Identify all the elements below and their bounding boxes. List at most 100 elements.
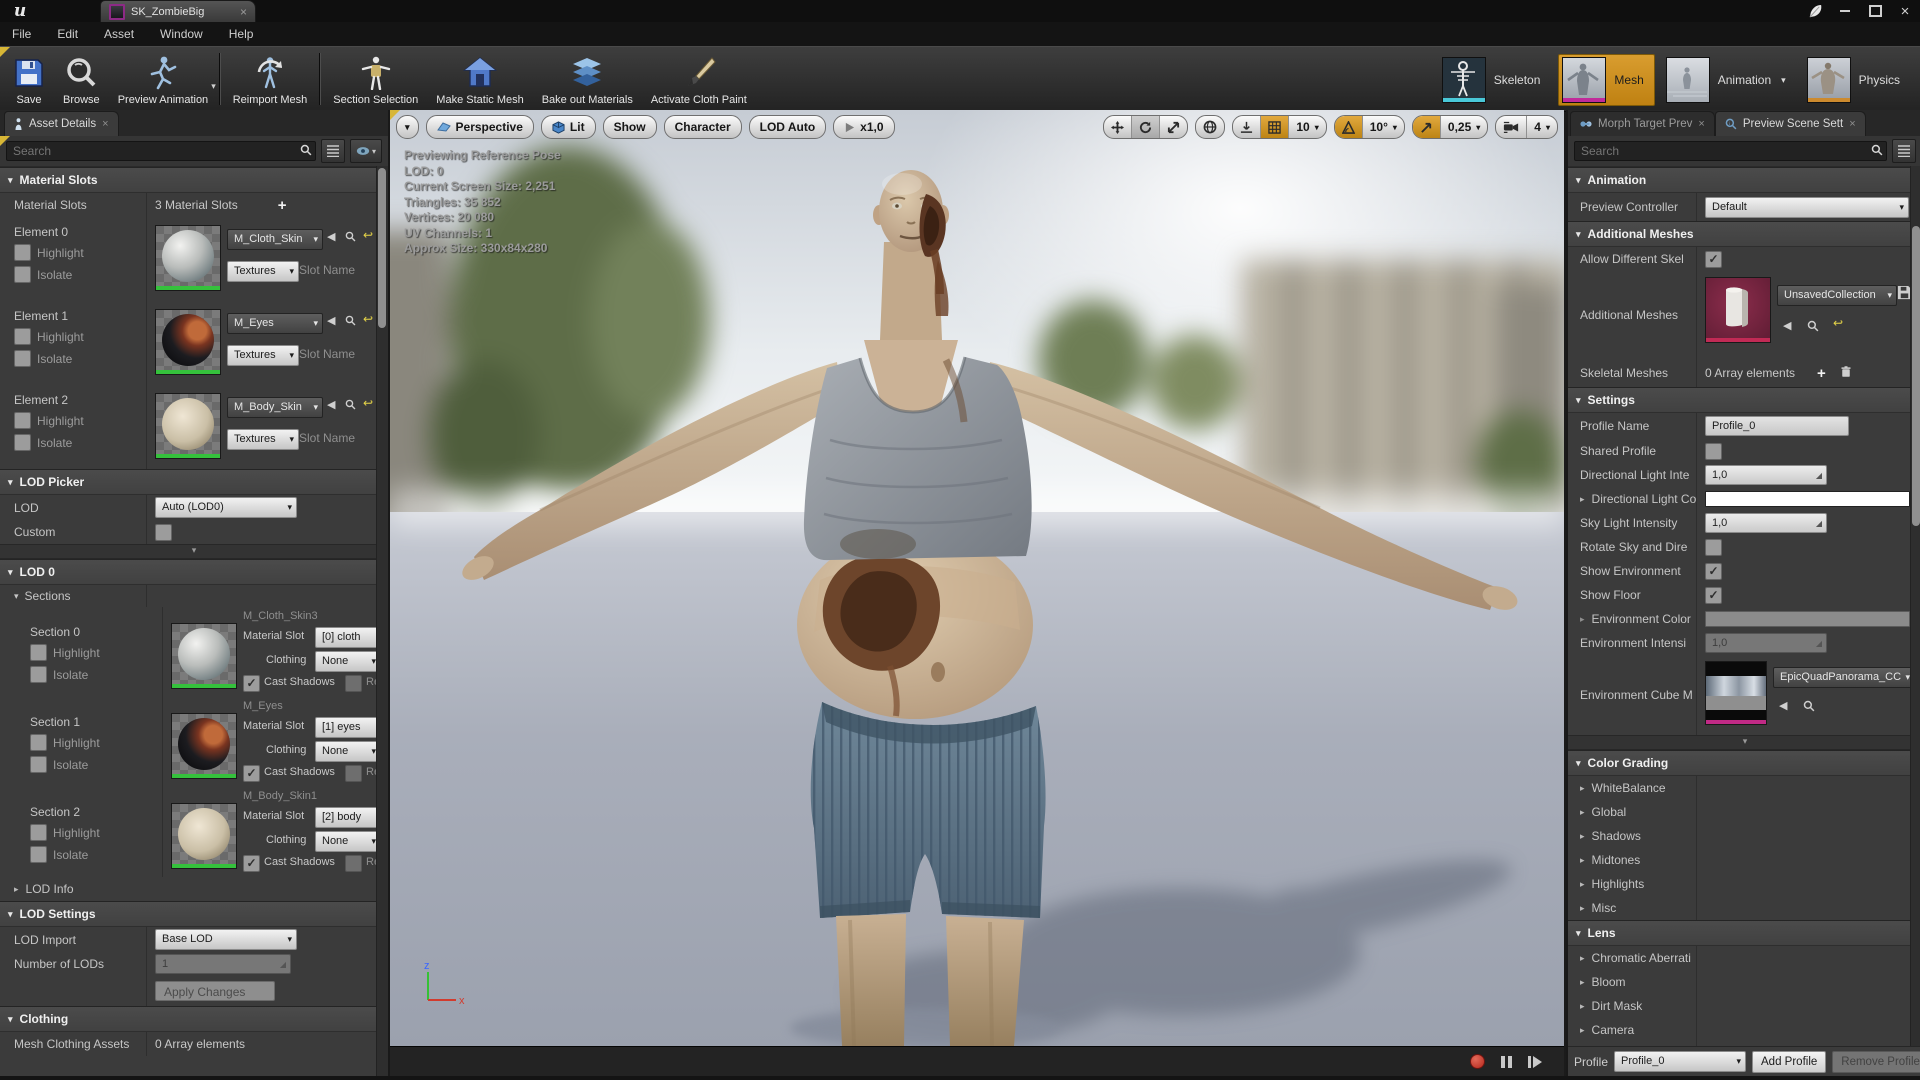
section-header-animation[interactable]: ▾Animation [1568, 167, 1920, 193]
isolate-checkbox[interactable] [30, 756, 47, 773]
browse-to-asset-icon[interactable] [345, 399, 356, 413]
tab-close-icon[interactable]: × [1698, 118, 1704, 130]
character-menu-button[interactable]: Character [664, 115, 742, 139]
bloom-row[interactable]: ▸Bloom [1568, 970, 1920, 994]
pause-button[interactable] [1501, 1056, 1512, 1068]
lod-dropdown[interactable]: Auto (LOD0) [155, 497, 297, 518]
number-of-lods-spinner[interactable]: 1 [155, 954, 291, 974]
section-clothing-dropdown[interactable]: None [315, 741, 381, 762]
shared-profile-checkbox[interactable] [1705, 443, 1722, 460]
environment-color-swatch[interactable] [1705, 611, 1910, 627]
dirt-mask-row[interactable]: ▸Dirt Mask [1568, 994, 1920, 1018]
material-thumbnail[interactable] [155, 225, 221, 291]
section-clothing-dropdown[interactable]: None [315, 651, 381, 672]
rotate-sky-checkbox[interactable] [1705, 539, 1722, 556]
save-button[interactable]: Save [4, 49, 54, 109]
tab-asset-details[interactable]: Asset Details × [4, 111, 119, 136]
whitebalance-row[interactable]: ▸WhiteBalance [1568, 776, 1920, 800]
section-header-material-slots[interactable]: ▾Material Slots [0, 167, 388, 193]
browse-to-asset-icon[interactable] [1803, 700, 1815, 715]
rotation-snap-value[interactable]: 10°▾ [1362, 116, 1404, 138]
reimport-mesh-button[interactable]: Reimport Mesh [224, 49, 317, 109]
profile-name-field[interactable]: Profile_0 [1705, 416, 1849, 436]
add-material-slot-icon[interactable]: + [278, 197, 287, 214]
preview-viewport[interactable]: ▾ Perspective Lit Show Character LOD Aut… [390, 110, 1564, 1076]
lod-import-dropdown[interactable]: Base LOD [155, 929, 297, 950]
section-selection-button[interactable]: Section Selection [324, 49, 427, 109]
scrollbar-thumb[interactable] [1912, 226, 1920, 526]
lod-auto-button[interactable]: LOD Auto [749, 115, 827, 139]
cast-shadows-checkbox[interactable] [243, 765, 260, 782]
cast-shadows-checkbox[interactable] [243, 675, 260, 692]
search-input[interactable] [6, 141, 316, 161]
show-floor-checkbox[interactable] [1705, 587, 1722, 604]
section-material-thumbnail[interactable] [171, 623, 237, 689]
cast-shadows-checkbox[interactable] [243, 855, 260, 872]
remove-profile-button[interactable]: Remove Profile [1832, 1051, 1920, 1073]
show-environment-checkbox[interactable] [1705, 563, 1722, 580]
section-header-lod0[interactable]: ▾LOD 0 [0, 559, 388, 585]
reset-to-default-icon[interactable]: ↩ [363, 228, 373, 242]
highlight-checkbox[interactable] [30, 644, 47, 661]
menu-edit[interactable]: Edit [57, 27, 78, 41]
menu-window[interactable]: Window [160, 27, 203, 41]
textures-dropdown[interactable]: Textures [227, 429, 299, 450]
scale-snap-icon[interactable] [1413, 116, 1440, 138]
reset-to-default-icon[interactable]: ↩ [363, 312, 373, 326]
translate-tool-icon[interactable] [1104, 116, 1131, 138]
collection-dropdown[interactable]: UnsavedCollection [1777, 285, 1897, 306]
section-material-thumbnail[interactable] [171, 803, 237, 869]
section-header-settings[interactable]: ▾Settings [1568, 387, 1920, 413]
highlights-row[interactable]: ▸Highlights [1568, 872, 1920, 896]
rotation-snap-icon[interactable] [1335, 116, 1362, 138]
playback-speed-button[interactable]: x1,0 [833, 115, 894, 139]
lit-mode-button[interactable]: Lit [541, 115, 596, 139]
grid-snap-icon[interactable] [1260, 116, 1288, 138]
mode-physics[interactable]: Physics [1804, 55, 1910, 105]
rotate-tool-icon[interactable] [1131, 116, 1159, 138]
preview-controller-dropdown[interactable]: Default [1705, 197, 1909, 218]
section-material-thumbnail[interactable] [171, 713, 237, 779]
animation-dropdown-icon[interactable]: ▾ [1781, 75, 1786, 86]
browse-to-asset-icon[interactable] [1807, 320, 1819, 335]
scrollbar-thumb[interactable] [378, 168, 386, 328]
collection-thumbnail[interactable] [1705, 277, 1771, 343]
material-thumbnail[interactable] [155, 393, 221, 459]
browse-to-asset-icon[interactable] [345, 315, 356, 329]
search-input[interactable] [1574, 141, 1887, 161]
shadows-row[interactable]: ▸Shadows [1568, 824, 1920, 848]
highlight-checkbox[interactable] [14, 328, 31, 345]
global-row[interactable]: ▸Global [1568, 800, 1920, 824]
midtones-row[interactable]: ▸Midtones [1568, 848, 1920, 872]
section-header-lens[interactable]: ▾Lens [1568, 920, 1920, 946]
section-header-clothing[interactable]: ▾Clothing [0, 1006, 388, 1032]
recompute-checkbox[interactable] [345, 765, 362, 782]
textures-dropdown[interactable]: Textures [227, 345, 299, 366]
isolate-checkbox[interactable] [14, 350, 31, 367]
add-profile-button[interactable]: Add Profile [1752, 1051, 1826, 1073]
surface-snap-icon[interactable] [1233, 116, 1260, 138]
world-local-globe-icon[interactable] [1196, 116, 1224, 138]
make-static-mesh-button[interactable]: Make Static Mesh [427, 49, 532, 109]
lod-info-row[interactable]: ▸LOD Info [0, 877, 388, 901]
highlight-checkbox[interactable] [30, 824, 47, 841]
apply-changes-button[interactable]: Apply Changes [155, 981, 275, 1001]
grid-snap-value[interactable]: 10▾ [1288, 116, 1325, 138]
chromatic-aberration-row[interactable]: ▸Chromatic Aberrati [1568, 946, 1920, 970]
profile-dropdown[interactable]: Profile_0 [1614, 1051, 1746, 1072]
details-expander[interactable]: ▾ [0, 544, 388, 559]
custom-checkbox[interactable] [155, 524, 172, 541]
tab-close-icon[interactable]: × [240, 5, 247, 19]
browse-to-asset-icon[interactable] [345, 231, 356, 245]
mode-mesh[interactable]: Mesh [1558, 54, 1654, 106]
record-button[interactable] [1470, 1054, 1485, 1069]
scale-snap-value[interactable]: 0,25▾ [1440, 116, 1487, 138]
view-grid-icon[interactable] [321, 139, 345, 163]
use-selected-icon[interactable]: ◀ [1779, 699, 1787, 712]
material-select-dropdown[interactable]: M_Eyes [227, 313, 323, 334]
viewport-scene[interactable]: ▾ Perspective Lit Show Character LOD Aut… [390, 110, 1564, 1046]
section-header-lod-picker[interactable]: ▾LOD Picker [0, 469, 388, 495]
recompute-checkbox[interactable] [345, 675, 362, 692]
section-header-color-grading[interactable]: ▾Color Grading [1568, 750, 1920, 776]
sections-row[interactable]: ▾Sections [0, 585, 388, 607]
